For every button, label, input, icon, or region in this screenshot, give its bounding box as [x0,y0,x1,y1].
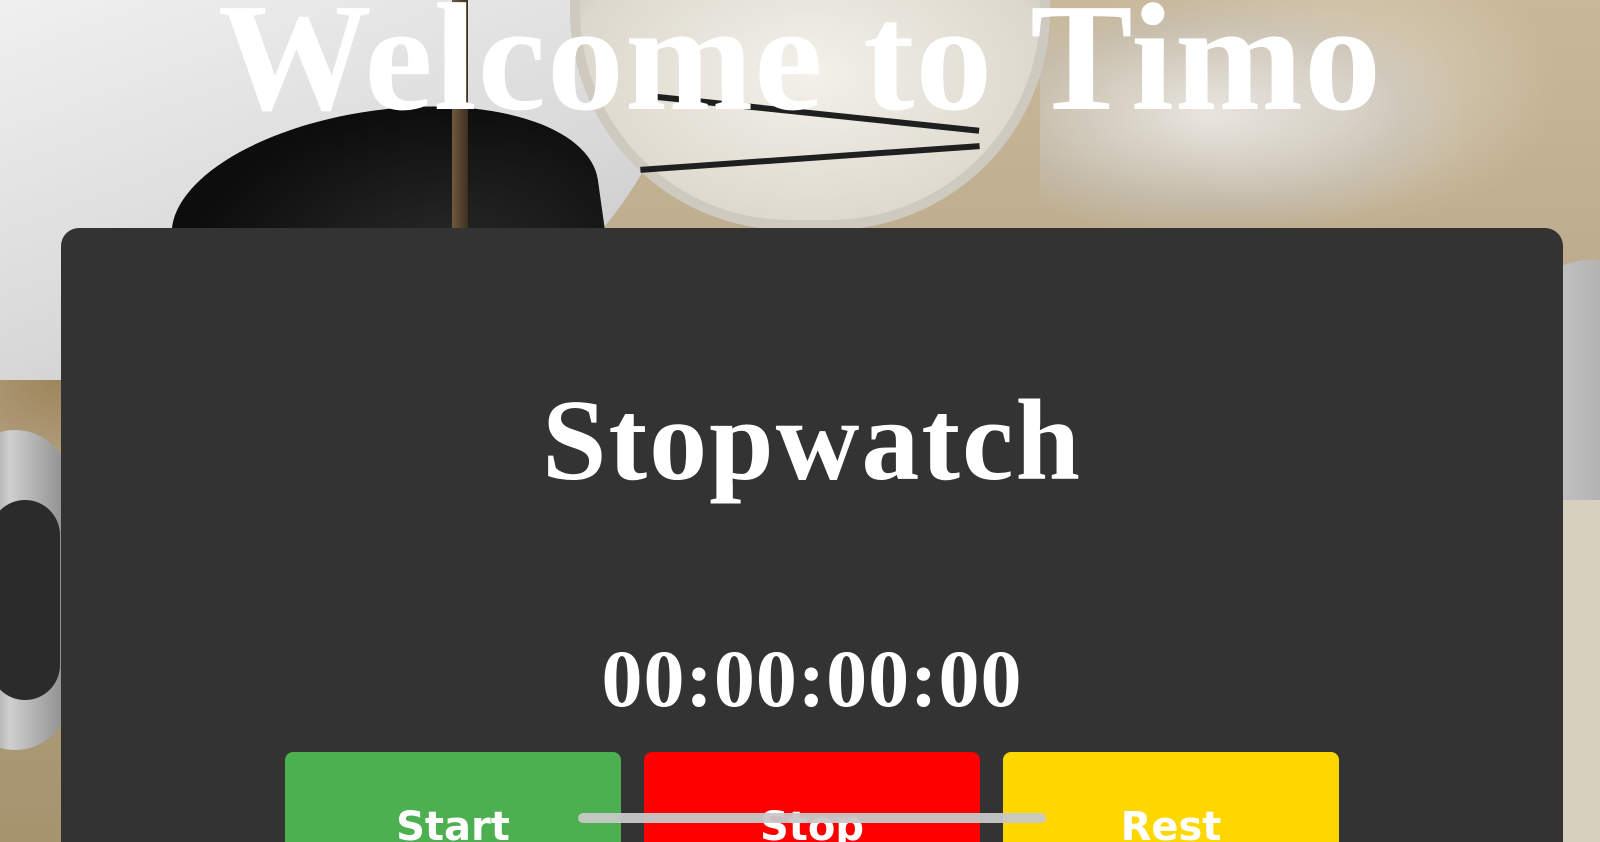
page-title: Welcome to Timo [217,0,1383,143]
time-display: 00:00:00:00 [601,633,1023,724]
stopwatch-panel: Stopwatch 00:00:00:00 Start Stop Rest [61,228,1563,842]
stopwatch-title: Stopwatch [541,377,1083,505]
reset-button[interactable]: Rest [1003,752,1339,842]
background-left-dark [0,500,60,700]
home-indicator[interactable] [578,813,1046,823]
stop-button[interactable]: Stop [644,752,980,842]
start-button[interactable]: Start [285,752,621,842]
